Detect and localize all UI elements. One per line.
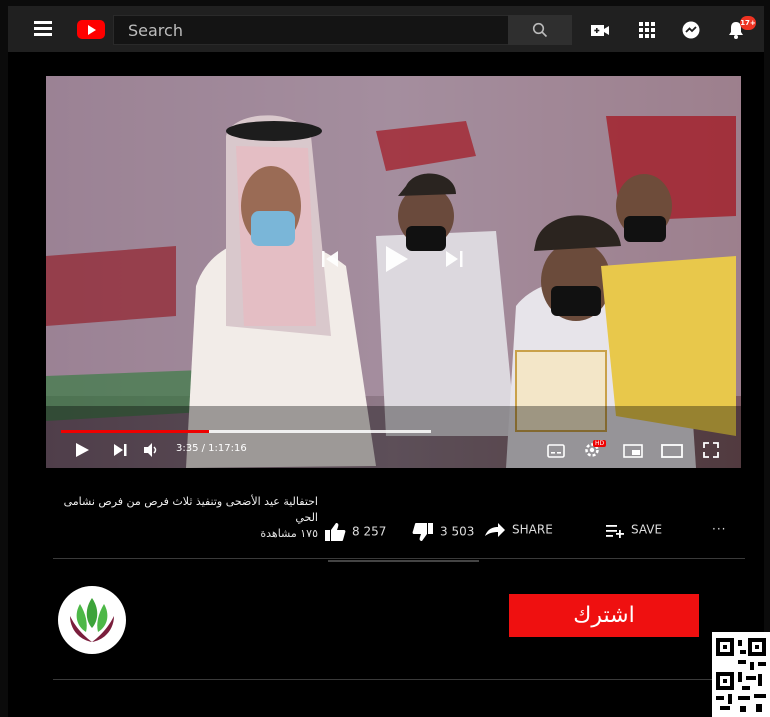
dislike-count: 3 503 xyxy=(440,524,475,539)
subtitles-icon[interactable] xyxy=(547,444,565,458)
subscribe-button[interactable]: اشترك xyxy=(509,594,699,637)
search-button[interactable] xyxy=(508,15,572,45)
save-label: SAVE xyxy=(631,522,663,537)
video-title-block: احتفالية عيد الأضحى وتنفيذ ثلاث فرص من ف… xyxy=(48,494,318,542)
volume-icon[interactable] xyxy=(143,442,159,458)
top-bar: Search 17+ xyxy=(8,6,764,52)
thumbs-up-icon xyxy=(325,523,346,541)
like-count: 8 257 xyxy=(352,524,387,539)
video-title: احتفالية عيد الأضحى وتنفيذ ثلاث فرص من ف… xyxy=(63,495,318,524)
search-input[interactable]: Search xyxy=(113,15,509,45)
miniplayer-icon[interactable] xyxy=(623,444,643,458)
search-icon xyxy=(532,22,548,38)
divider-bottom xyxy=(53,679,745,680)
playlist-add-icon xyxy=(606,525,624,538)
apps-grid-icon[interactable] xyxy=(637,20,657,40)
thumbs-down-icon xyxy=(412,523,433,541)
divider-top xyxy=(53,558,745,559)
search-placeholder: Search xyxy=(128,21,183,40)
youtube-logo-icon[interactable] xyxy=(77,20,105,39)
like-ratio-bar xyxy=(328,560,479,562)
progress-played xyxy=(61,430,209,433)
messages-icon[interactable] xyxy=(681,20,701,40)
channel-logo-icon xyxy=(70,598,114,642)
video-player[interactable]: 3:35 / 1:17:16 HD xyxy=(46,76,741,468)
fullscreen-icon[interactable] xyxy=(703,442,719,458)
theater-mode-icon[interactable] xyxy=(661,444,683,458)
more-actions-button[interactable]: ··· xyxy=(712,522,726,536)
qr-code-icon xyxy=(712,632,770,717)
dislike-button[interactable]: 3 503 xyxy=(412,522,474,542)
like-button[interactable]: 8 257 xyxy=(324,522,386,542)
next-icon[interactable] xyxy=(112,442,128,458)
play-icon[interactable] xyxy=(74,442,90,458)
channel-avatar[interactable] xyxy=(58,586,126,654)
save-button[interactable]: SAVE xyxy=(605,522,662,538)
share-arrow-icon xyxy=(485,523,505,537)
time-display: 3:35 / 1:17:16 xyxy=(176,443,247,454)
share-button[interactable]: SHARE xyxy=(484,522,553,538)
video-frame-image xyxy=(46,76,741,468)
create-video-icon[interactable] xyxy=(590,20,610,40)
youtube-window: Search 17+ 3:35 / 1:17:16 HD احتفالية عي… xyxy=(8,6,764,717)
share-label: SHARE xyxy=(512,522,553,537)
notification-badge: 17+ xyxy=(740,16,756,30)
hamburger-menu-icon[interactable] xyxy=(34,21,52,36)
view-count: ١٧٥ مشاهدة xyxy=(260,527,318,540)
hd-badge: HD xyxy=(593,440,607,447)
